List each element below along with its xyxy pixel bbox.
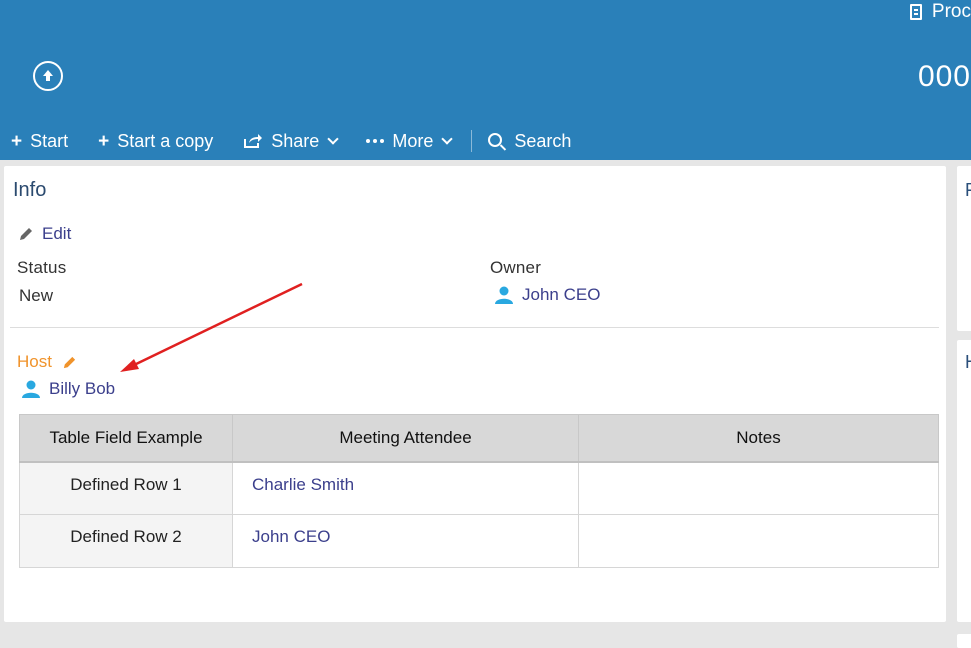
host-label: Host bbox=[17, 352, 77, 372]
start-copy-label: Start a copy bbox=[117, 130, 214, 151]
info-title: Info bbox=[13, 179, 47, 201]
start-label: Start bbox=[30, 130, 69, 151]
plus-icon: + bbox=[11, 130, 23, 152]
more-button[interactable]: More bbox=[366, 130, 454, 152]
start-button[interactable]: + Start bbox=[11, 131, 68, 152]
side-panel-middle: H bbox=[957, 340, 971, 622]
host-label-text: Host bbox=[17, 352, 52, 371]
more-label: More bbox=[392, 130, 434, 151]
owner-label: Owner bbox=[490, 258, 542, 277]
action-toolbar: + Start + Start a copy Share More Search bbox=[0, 126, 571, 156]
table-header-row: Table Field Example Meeting Attendee Not… bbox=[19, 414, 939, 463]
pencil-icon bbox=[20, 228, 32, 240]
pencil-icon[interactable] bbox=[62, 355, 77, 370]
attendee-link[interactable]: John CEO bbox=[232, 514, 579, 568]
status-label: Status bbox=[17, 258, 67, 277]
upload-circle-icon[interactable] bbox=[33, 61, 63, 91]
chevron-down-icon bbox=[441, 133, 454, 145]
side-panel-letter: H bbox=[965, 352, 971, 373]
process-link[interactable]: Proc bbox=[909, 0, 971, 24]
toolbar-divider bbox=[471, 130, 473, 152]
app-header: Proc 000 + Start + Start a copy Share Mo… bbox=[0, 0, 971, 160]
owner-link[interactable]: John CEO bbox=[494, 285, 600, 305]
info-card: Info Edit Status New Owner John CEO Host… bbox=[4, 166, 946, 622]
search-button[interactable]: Search bbox=[488, 131, 571, 152]
notes-cell[interactable] bbox=[578, 461, 939, 515]
host-name: Billy Bob bbox=[49, 379, 116, 398]
column-header: Meeting Attendee bbox=[232, 414, 579, 463]
share-label: Share bbox=[271, 130, 320, 151]
table-row: Defined Row 2 John CEO bbox=[19, 514, 939, 568]
document-icon bbox=[909, 4, 922, 20]
search-label: Search bbox=[514, 130, 572, 151]
field-table: Table Field Example Meeting Attendee Not… bbox=[19, 414, 939, 568]
row-label: Defined Row 1 bbox=[19, 461, 233, 515]
column-header: Notes bbox=[578, 414, 939, 463]
user-icon bbox=[22, 380, 40, 398]
user-icon bbox=[495, 286, 513, 304]
column-header: Table Field Example bbox=[19, 414, 233, 463]
owner-name: John CEO bbox=[522, 285, 601, 304]
table-row: Defined Row 1 Charlie Smith bbox=[19, 461, 939, 515]
record-number: 000 bbox=[917, 60, 971, 93]
section-divider bbox=[10, 327, 939, 328]
edit-label: Edit bbox=[42, 224, 72, 243]
status-value: New bbox=[19, 286, 54, 305]
row-label: Defined Row 2 bbox=[19, 514, 233, 568]
start-copy-button[interactable]: + Start a copy bbox=[98, 131, 213, 152]
attendee-link[interactable]: Charlie Smith bbox=[232, 461, 579, 515]
more-dots-icon bbox=[366, 139, 385, 143]
share-button[interactable]: Share bbox=[243, 130, 339, 152]
chevron-down-icon bbox=[327, 133, 339, 145]
host-link[interactable]: Billy Bob bbox=[21, 379, 115, 399]
edit-link[interactable]: Edit bbox=[18, 224, 71, 244]
process-label: Proc bbox=[931, 1, 971, 22]
side-panel-letter: F bbox=[965, 180, 971, 200]
search-icon bbox=[488, 133, 503, 147]
side-panel-top: F bbox=[957, 166, 971, 331]
notes-cell[interactable] bbox=[578, 514, 939, 568]
plus-icon: + bbox=[98, 130, 110, 152]
share-icon bbox=[244, 134, 263, 148]
side-panel-bottom bbox=[957, 634, 971, 648]
